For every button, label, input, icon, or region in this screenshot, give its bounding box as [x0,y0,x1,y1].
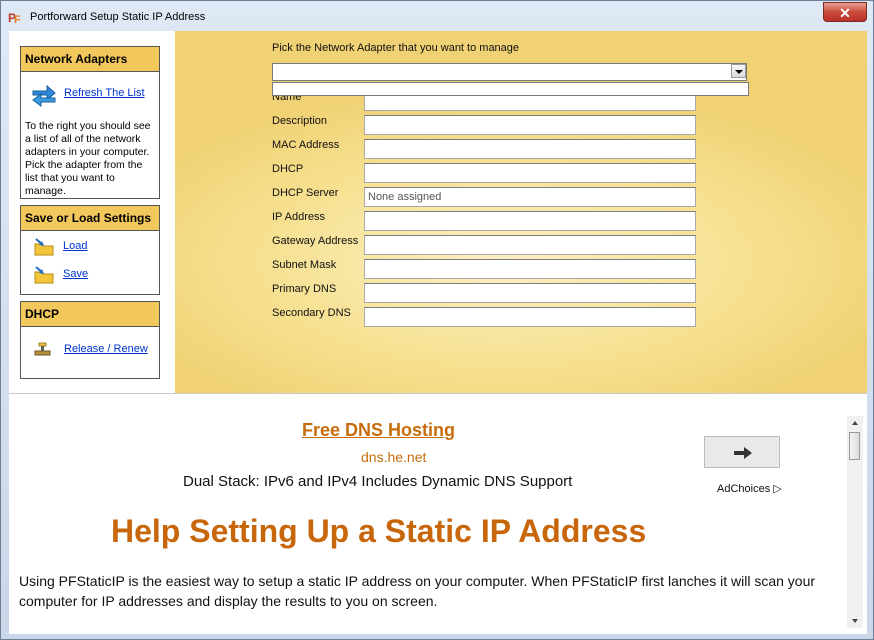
adapter-dropdown-list[interactable] [272,82,749,96]
secondary-dns-label: Secondary DNS [272,307,351,319]
dhcp-server-field[interactable]: None assigned [364,187,696,207]
adapter-select[interactable] [272,63,747,81]
svg-text:F: F [14,14,21,24]
mac-address-label: MAC Address [272,139,340,151]
portforward-logo-icon: P F [8,11,21,24]
release-renew-link[interactable]: Release / Renew [64,343,148,355]
help-heading: Help Setting Up a Static IP Address [111,513,647,549]
dhcp-heading: DHCP [21,302,159,327]
gateway-address-label: Gateway Address [272,235,359,247]
description-field[interactable] [364,115,696,135]
ip-address-field[interactable] [364,211,696,231]
ad-arrow-button[interactable] [704,436,780,468]
save-load-heading: Save or Load Settings [21,206,159,231]
help-body-text: Using PFStaticIP is the easiest way to s… [19,573,816,609]
chevron-down-icon[interactable] [731,64,746,78]
ad-description: Dual Stack: IPv6 and IPv4 Includes Dynam… [183,473,573,490]
title-bar[interactable]: P F Portforward Setup Static IP Address … [1,1,873,31]
secondary-dns-field[interactable] [364,307,696,327]
upper-section: Network Adapters Refresh The List To the… [9,31,867,393]
primary-dns-label: Primary DNS [272,283,337,295]
vertical-scrollbar[interactable] [847,416,863,628]
app-window: P F Portforward Setup Static IP Address … [0,0,874,640]
subnet-mask-label: Subnet Mask [272,259,337,271]
dhcp-label: DHCP [272,163,304,175]
ad-title-link[interactable]: Free DNS Hosting [302,420,455,441]
description-label: Description [272,115,328,127]
client-area: Network Adapters Refresh The List To the… [9,31,867,634]
adchoices-link[interactable]: AdChoices ▷ [717,482,782,495]
save-link[interactable]: Save [63,268,88,280]
close-button[interactable]: ✕ [823,2,867,22]
scroll-down-icon[interactable] [848,614,862,628]
mac-address-field[interactable] [364,139,696,159]
network-adapters-panel: Network Adapters Refresh The List To the… [20,46,160,199]
window-title: Portforward Setup Static IP Address [30,11,206,23]
refresh-list-link[interactable]: Refresh The List [64,87,145,99]
network-connection-icon[interactable] [33,342,53,358]
dhcp-panel: DHCP Release / Renew [20,301,160,379]
save-folder-icon[interactable] [33,265,55,285]
load-link[interactable]: Load [63,240,87,252]
ip-address-label: IP Address [272,211,325,223]
ad-url[interactable]: dns.he.net [361,449,426,465]
scroll-up-icon[interactable] [848,416,862,430]
sidebar: Network Adapters Refresh The List To the… [9,31,175,393]
arrow-right-icon [734,447,752,459]
adapter-picker-label: Pick the Network Adapter that you want t… [272,42,520,54]
adapter-help-text: To the right you should see a list of al… [25,120,151,197]
network-adapters-heading: Network Adapters [21,47,159,72]
gateway-address-field[interactable] [364,235,696,255]
help-browser-pane: Free DNS Hosting dns.he.net Dual Stack: … [9,393,867,634]
refresh-icon[interactable] [30,82,58,108]
load-folder-icon[interactable] [33,237,55,257]
subnet-mask-field[interactable] [364,259,696,279]
save-load-panel: Save or Load Settings Load Save [20,205,160,295]
scroll-thumb[interactable] [849,432,860,460]
dhcp-field[interactable] [364,163,696,183]
primary-dns-field[interactable] [364,283,696,303]
dhcp-server-label: DHCP Server [272,187,339,199]
